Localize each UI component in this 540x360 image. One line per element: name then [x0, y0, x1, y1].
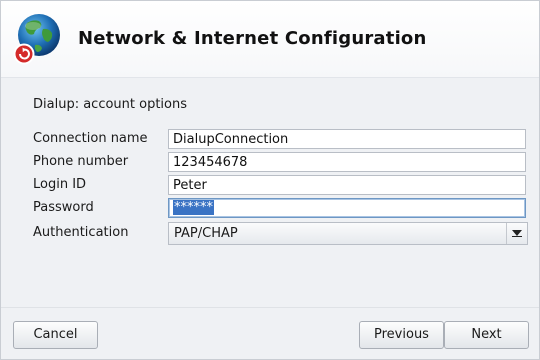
connection-name-input[interactable] — [168, 129, 526, 149]
next-button[interactable]: Next — [444, 321, 529, 349]
phone-number-label: Phone number — [33, 154, 129, 169]
connection-name-label: Connection name — [33, 131, 148, 146]
authentication-value: PAP/CHAP — [174, 226, 238, 241]
globe-network-icon — [9, 9, 63, 65]
authentication-select[interactable]: PAP/CHAP — [168, 222, 528, 245]
password-input[interactable]: ****** — [168, 198, 526, 218]
password-label: Password — [33, 200, 94, 215]
chevron-down-icon[interactable] — [506, 223, 527, 244]
phone-number-input[interactable] — [168, 152, 526, 172]
login-id-input[interactable] — [168, 175, 526, 195]
footer-separator — [1, 307, 539, 308]
authentication-label: Authentication — [33, 225, 129, 240]
configuration-window: Network & Internet Configuration Dialup:… — [0, 0, 540, 360]
password-value: ****** — [173, 200, 214, 215]
previous-button[interactable]: Previous — [359, 321, 444, 349]
cancel-button[interactable]: Cancel — [13, 321, 98, 349]
login-id-label: Login ID — [33, 177, 87, 192]
header-banner: Network & Internet Configuration — [1, 1, 539, 78]
window-title: Network & Internet Configuration — [78, 28, 427, 49]
section-label: Dialup: account options — [33, 97, 188, 112]
